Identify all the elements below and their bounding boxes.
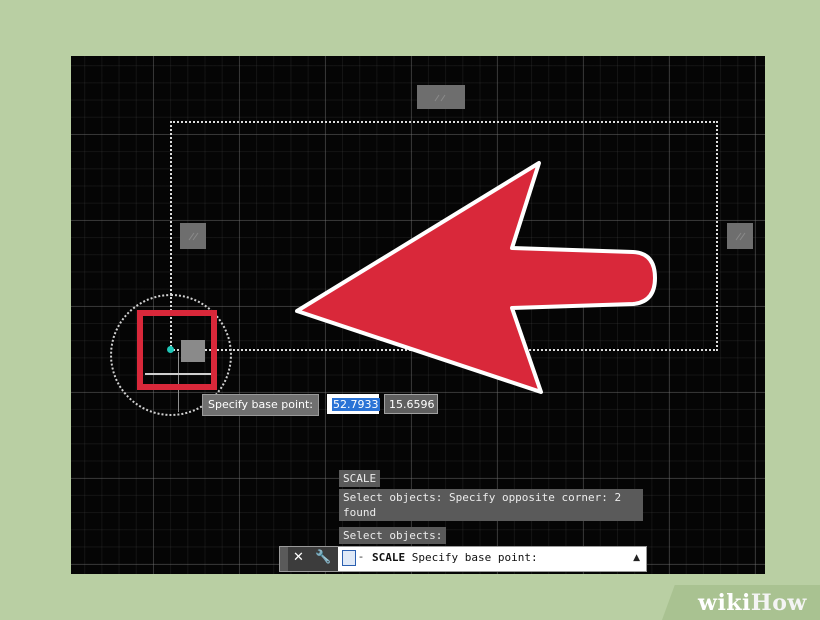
- command-line[interactable]: ✕ 🔧 - SCALE Specify base point: ▲: [279, 546, 647, 572]
- command-history-line: SCALE: [339, 470, 381, 487]
- recent-commands-icon[interactable]: [342, 550, 356, 566]
- recent-commands-dropdown[interactable]: -: [359, 550, 363, 563]
- dynamic-input-prompt: Specify base point:: [202, 394, 319, 416]
- base-point-y-input[interactable]: 15.6596: [384, 394, 438, 414]
- base-point-x-input[interactable]: 52.7933: [327, 394, 380, 414]
- command-history-line: Select objects:: [339, 527, 447, 544]
- history-toggle-icon[interactable]: ▲: [633, 553, 640, 563]
- command-history-line: Select objects: Specify opposite corner:…: [339, 489, 643, 521]
- customize-icon[interactable]: 🔧: [315, 550, 331, 565]
- command-line-buttons: ✕ 🔧: [288, 547, 338, 571]
- drawing-canvas[interactable]: Specify base point: 52.7933 15.6596 SCAL…: [71, 56, 765, 574]
- command-name: SCALE: [372, 551, 406, 564]
- command-line-grip[interactable]: [280, 547, 288, 571]
- watermark-logo: wikiHow: [698, 590, 807, 616]
- command-prompt: Specify base point:: [405, 551, 538, 564]
- close-icon[interactable]: ✕: [293, 550, 304, 565]
- command-input[interactable]: SCALE Specify base point:: [372, 551, 538, 564]
